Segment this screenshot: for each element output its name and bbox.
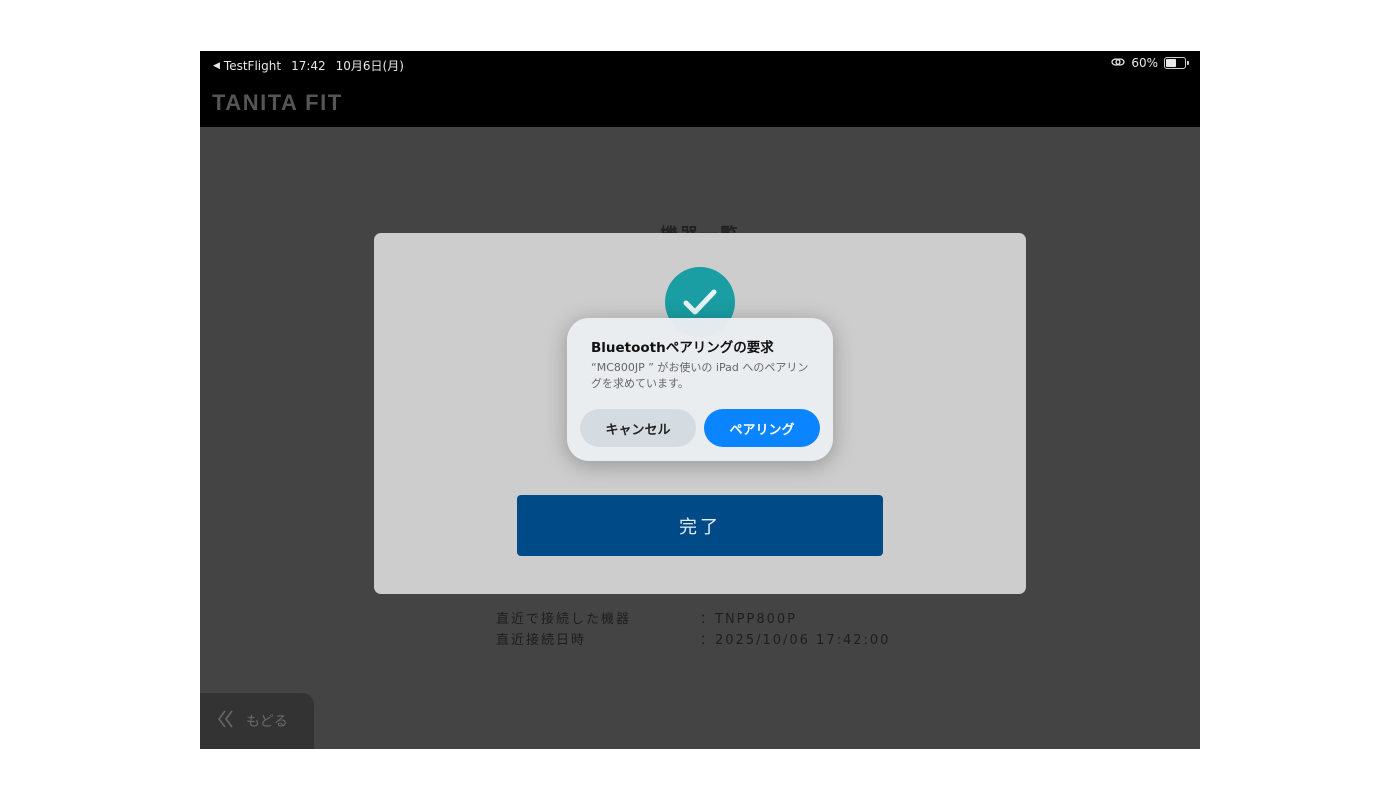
battery-icon bbox=[1164, 57, 1189, 69]
app-header: TANITA FIT bbox=[200, 77, 1200, 127]
back-to-app-link[interactable]: ◀ TestFlight bbox=[213, 59, 281, 73]
status-time: 17:42 bbox=[291, 58, 326, 73]
info-row: 直近で接続した機器 ：TNPP800P bbox=[496, 607, 890, 628]
info-label: 直近接続日時 bbox=[496, 633, 587, 648]
back-triangle-icon: ◀ bbox=[213, 60, 220, 71]
link-icon bbox=[1111, 56, 1125, 70]
battery-percent: 60% bbox=[1131, 56, 1158, 70]
info-value: ：TNPP800P bbox=[700, 612, 797, 627]
info-label: 直近で接続した機器 bbox=[496, 612, 632, 627]
info-row: 直近接続日時 ：2025/10/06 17:42:00 bbox=[496, 628, 890, 649]
cancel-button[interactable]: キャンセル bbox=[580, 409, 696, 447]
back-button-label: もどる bbox=[246, 714, 288, 730]
ipad-screen: ◀ TestFlight 17:42 10月6日(月) 60% TANITA F… bbox=[200, 51, 1200, 749]
status-date: 10月6日(月) bbox=[335, 59, 404, 73]
pair-button[interactable]: ペアリング bbox=[704, 409, 820, 447]
back-app-name: TestFlight bbox=[223, 58, 282, 73]
double-chevron-left-icon bbox=[216, 709, 236, 733]
app-brand-logo: TANITA FIT bbox=[212, 90, 343, 115]
info-value: ：2025/10/06 17:42:00 bbox=[700, 633, 891, 648]
status-bar: ◀ TestFlight 17:42 10月6日(月) 60% bbox=[200, 51, 1200, 77]
alert-title: Bluetoothペアリングの要求 bbox=[591, 340, 774, 356]
back-button[interactable]: もどる bbox=[200, 693, 314, 749]
recent-device-info: 直近で接続した機器 ：TNPP800P 直近接続日時 ：2025/10/06 1… bbox=[496, 607, 890, 649]
bluetooth-pairing-alert: Bluetoothペアリングの要求 “MC800JP ” がお使いの iPad … bbox=[567, 318, 833, 461]
done-button[interactable]: 完了 bbox=[517, 495, 883, 556]
alert-message: “MC800JP ” がお使いの iPad へのペアリングを求めています。 bbox=[591, 361, 809, 390]
